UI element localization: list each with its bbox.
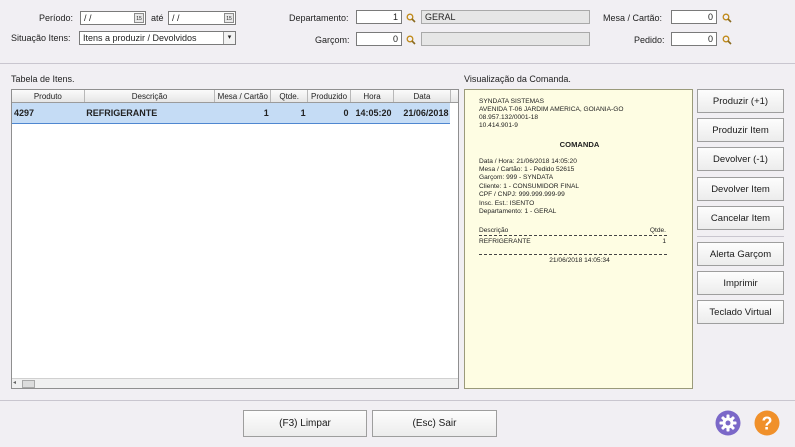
comanda-heading: COMANDA xyxy=(559,140,600,149)
col-mesa[interactable]: Mesa / Cartão xyxy=(214,90,272,103)
departamento-code-input[interactable]: 1 xyxy=(356,10,402,24)
items-table[interactable]: Produto Descrição Mesa / Cartão Qtde. Pr… xyxy=(11,89,459,389)
item-desc: REFRIGERANTE xyxy=(479,238,531,245)
scroll-left-arrow[interactable]: ◂ xyxy=(13,379,16,386)
mesa-label: Mesa / Cartão: xyxy=(603,13,663,23)
item-qtde: 1 xyxy=(662,238,666,245)
comanda-footer: 21/06/2018 14:05:34 xyxy=(549,257,610,264)
horizontal-scrollbar[interactable]: ◂ xyxy=(12,378,458,388)
departamento-label: Departamento: xyxy=(289,13,349,23)
cell-mesa: 1 xyxy=(214,102,271,124)
sair-button[interactable]: (Esc) Sair xyxy=(372,410,497,437)
info-line: Departamento: 1 - GERAL xyxy=(479,208,557,215)
filter-separator xyxy=(0,63,795,64)
table-title: Tabela de Itens. xyxy=(11,74,75,84)
col-produto[interactable]: Produto xyxy=(12,90,85,103)
items-grid[interactable]: Produto Descrição Mesa / Cartão Qtde. Pr… xyxy=(12,90,458,124)
devolver-minus-one-button[interactable]: Devolver (-1) xyxy=(697,147,784,171)
situacao-select[interactable]: Itens a produzir / Devolvidos ▾ xyxy=(79,31,236,45)
search-icon[interactable] xyxy=(722,13,732,23)
departamento-code: 1 xyxy=(392,12,398,22)
situacao-label: Situação Itens: xyxy=(11,33,71,43)
col-hora[interactable]: Hora xyxy=(350,90,395,103)
departamento-name-field: GERAL xyxy=(421,10,590,24)
table-header-row: Produto Descrição Mesa / Cartão Qtde. Pr… xyxy=(12,90,458,103)
col-descricao[interactable]: Descrição xyxy=(84,90,216,103)
periodo-from-value: / / xyxy=(84,13,92,23)
pedido-value: 0 xyxy=(707,34,713,44)
search-icon[interactable] xyxy=(722,35,732,45)
garcom-label: Garçom: xyxy=(315,35,350,45)
mesa-input[interactable]: 0 xyxy=(671,10,717,24)
table-row[interactable]: 4297 REFRIGERANTE 1 1 0 14:05:20 21/06/2… xyxy=(12,102,458,124)
calendar-icon[interactable]: 15 xyxy=(134,13,144,23)
mesa-value: 0 xyxy=(707,12,713,22)
cell-hora: 14:05:20 xyxy=(350,102,394,124)
garcom-code-input[interactable]: 0 xyxy=(356,32,402,46)
garcom-name-field xyxy=(421,32,590,46)
help-icon[interactable]: ? xyxy=(754,410,780,436)
chevron-down-icon[interactable]: ▾ xyxy=(223,32,235,44)
garcom-code: 0 xyxy=(392,34,398,44)
col-qtde[interactable]: Qtde. xyxy=(270,90,309,103)
cell-produzido: 0 xyxy=(307,102,351,124)
company-line: 10.414.901-9 xyxy=(479,122,518,129)
situacao-value: Itens a produzir / Devolvidos xyxy=(83,33,197,43)
scrollbar-thumb[interactable] xyxy=(22,380,35,388)
col-produzido[interactable]: Produzido xyxy=(307,90,352,103)
periodo-to-input[interactable]: / / 15 xyxy=(168,11,236,25)
actions-divider xyxy=(697,236,784,237)
info-line: Garçom: 999 - SYNDATA xyxy=(479,174,554,181)
svg-text:?: ? xyxy=(762,414,773,434)
cell-data: 21/06/2018 xyxy=(393,102,451,124)
periodo-to-value: / / xyxy=(172,13,180,23)
search-icon[interactable] xyxy=(406,35,416,45)
periodo-label: Período: xyxy=(39,13,74,23)
cell-produto: 4297 xyxy=(12,102,85,124)
produzir-plus-one-button[interactable]: Produzir (+1) xyxy=(697,89,784,113)
teclado-virtual-button[interactable]: Teclado Virtual xyxy=(697,300,784,324)
departamento-name: GERAL xyxy=(425,12,456,22)
produzir-item-button[interactable]: Produzir Item xyxy=(697,118,784,142)
pedido-input[interactable]: 0 xyxy=(671,32,717,46)
col-data[interactable]: Data xyxy=(393,90,451,103)
cell-qtde: 1 xyxy=(270,102,308,124)
comanda-preview: SYNDATA SISTEMAS AVENIDA T-06 JARDIM AME… xyxy=(464,89,693,389)
periodo-from-input[interactable]: / / 15 xyxy=(80,11,146,25)
gear-icon[interactable] xyxy=(715,410,741,436)
cell-descricao: REFRIGERANTE xyxy=(84,102,215,124)
cancelar-item-button[interactable]: Cancelar Item xyxy=(697,206,784,230)
calendar-icon[interactable]: 15 xyxy=(224,13,234,23)
comanda-title: Visualização da Comanda. xyxy=(464,74,571,84)
divider xyxy=(479,254,667,255)
divider xyxy=(479,235,667,236)
bottom-separator xyxy=(0,400,795,401)
info-line: CPF / CNPJ: 999.999.999-99 xyxy=(479,191,565,198)
devolver-item-button[interactable]: Devolver Item xyxy=(697,177,784,201)
alerta-garcom-button[interactable]: Alerta Garçom xyxy=(697,242,784,266)
imprimir-button[interactable]: Imprimir xyxy=(697,271,784,295)
pedido-label: Pedido: xyxy=(634,35,665,45)
ate-label: até xyxy=(151,13,164,23)
limpar-button[interactable]: (F3) Limpar xyxy=(243,410,367,437)
search-icon[interactable] xyxy=(406,13,416,23)
